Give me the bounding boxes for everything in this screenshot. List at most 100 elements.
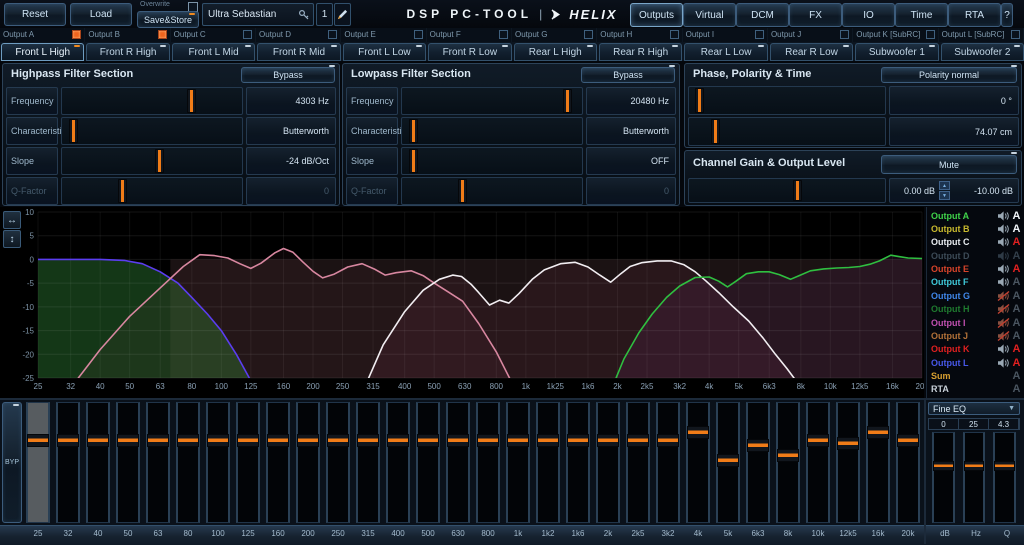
eq-band-handle[interactable] [357, 434, 379, 447]
phase-slider[interactable] [688, 117, 886, 146]
eq-band-handle[interactable] [177, 434, 199, 447]
channel-link-checkbox[interactable] [926, 30, 935, 39]
eq-band-slider[interactable] [26, 402, 50, 523]
sidebar-row-output-h[interactable]: Output H A [931, 303, 1022, 316]
lowpass-slider-handle[interactable] [563, 89, 572, 113]
mute-button[interactable]: Mute [881, 155, 1017, 174]
lowpass-slider-handle[interactable] [409, 119, 418, 143]
eq-band-slider[interactable] [266, 402, 290, 523]
gain-slider[interactable] [688, 178, 886, 203]
channel-link-checkbox[interactable] [670, 30, 679, 39]
highpass-slider[interactable] [61, 117, 243, 145]
eq-band-slider[interactable] [866, 402, 890, 523]
eq-band-handle[interactable] [747, 439, 769, 452]
highpass-slider-handle[interactable] [69, 119, 78, 143]
eq-band-handle[interactable] [27, 434, 49, 447]
speaker-icon[interactable] [997, 211, 1010, 221]
nav-button-io[interactable]: IO [842, 3, 895, 27]
sidebar-row-rta[interactable]: RTAA [931, 383, 1022, 396]
channel-link-checkbox[interactable] [243, 30, 252, 39]
eq-band-handle[interactable] [837, 437, 859, 450]
channel-mute-toggle[interactable] [996, 304, 1011, 314]
highpass-slider-handle[interactable] [155, 149, 164, 173]
lowpass-slider-handle[interactable] [458, 179, 467, 203]
channel-mute-toggle[interactable] [996, 264, 1011, 274]
sidebar-row-output-l[interactable]: Output L A [931, 356, 1022, 369]
speaker-muted-icon[interactable] [997, 291, 1010, 301]
eq-band-handle[interactable] [897, 434, 919, 447]
nav-button-dcm[interactable]: DCM [736, 3, 789, 27]
speaker-icon[interactable] [997, 237, 1010, 247]
speaker-muted-icon[interactable] [997, 331, 1010, 341]
fine-eq-slider-handle[interactable] [994, 461, 1015, 471]
eq-band-slider[interactable] [896, 402, 920, 523]
eq-band-handle[interactable] [237, 434, 259, 447]
eq-band-handle[interactable] [297, 434, 319, 447]
sidebar-row-output-b[interactable]: Output B A [931, 222, 1022, 235]
sidebar-row-output-d[interactable]: Output D A [931, 249, 1022, 262]
eq-band-slider[interactable] [656, 402, 680, 523]
eq-band-slider[interactable] [506, 402, 530, 523]
load-button[interactable]: Load [70, 3, 132, 26]
graph-zoom-horizontal-button[interactable]: ↔ [3, 211, 21, 229]
fine-eq-slider-handle[interactable] [964, 461, 985, 471]
highpass-slider-handle[interactable] [118, 179, 127, 203]
eq-band-handle[interactable] [867, 426, 889, 439]
eq-band-slider[interactable] [596, 402, 620, 523]
eq-band-handle[interactable] [57, 434, 79, 447]
tab-subwoofer-1[interactable]: Subwoofer 1 [855, 43, 938, 61]
tab-subwoofer-2[interactable]: Subwoofer 2 [941, 43, 1024, 61]
nav-button-outputs[interactable]: Outputs [630, 3, 683, 27]
channel-mute-toggle[interactable] [996, 318, 1011, 328]
channel-mute-toggle[interactable] [996, 331, 1011, 341]
tab-front-l-mid[interactable]: Front L Mid [172, 43, 255, 61]
tab-rear-l-high[interactable]: Rear L High [514, 43, 597, 61]
phase-slider-handle[interactable] [711, 119, 720, 144]
highpass-slider-handle[interactable] [187, 89, 196, 113]
sidebar-row-output-c[interactable]: Output C A [931, 236, 1022, 249]
eq-band-handle[interactable] [597, 434, 619, 447]
nav-button-fx[interactable]: FX [789, 3, 842, 27]
eq-band-handle[interactable] [447, 434, 469, 447]
eq-band-handle[interactable] [267, 434, 289, 447]
channel-link-checkbox[interactable] [840, 30, 849, 39]
eq-band-handle[interactable] [717, 454, 739, 467]
eq-band-slider[interactable] [776, 402, 800, 523]
fine-eq-slider-track[interactable] [963, 432, 986, 523]
tab-front-r-mid[interactable]: Front R Mid [257, 43, 340, 61]
fine-eq-slider-handle[interactable] [933, 461, 954, 471]
channel-mute-toggle[interactable] [996, 358, 1011, 368]
phase-slider[interactable] [688, 86, 886, 115]
save-store-button[interactable]: Save&Store [137, 11, 199, 28]
eq-band-slider[interactable] [86, 402, 110, 523]
eq-band-handle[interactable] [537, 434, 559, 447]
sidebar-row-sum[interactable]: SumA [931, 369, 1022, 382]
tab-front-r-high[interactable]: Front R High [86, 43, 169, 61]
speaker-icon[interactable] [997, 358, 1010, 368]
tab-front-r-low[interactable]: Front R Low [428, 43, 511, 61]
speaker-icon[interactable] [997, 251, 1010, 261]
eq-band-handle[interactable] [567, 434, 589, 447]
response-curves-plot[interactable]: 1050-5-10-15-20-252532405063801001251602… [0, 207, 924, 398]
sidebar-row-output-k[interactable]: Output K A [931, 343, 1022, 356]
highpass-slider[interactable] [61, 147, 243, 175]
polarity-button[interactable]: Polarity normal [881, 67, 1017, 83]
lowpass-slider[interactable] [401, 117, 583, 145]
nav-button-virtual[interactable]: Virtual [683, 3, 736, 27]
highpass-slider[interactable] [61, 87, 243, 115]
edit-preset-button[interactable] [334, 3, 351, 26]
fine-eq-slider-track[interactable] [993, 432, 1016, 523]
nav-button-time[interactable]: Time [895, 3, 948, 27]
highpass-bypass-button[interactable]: Bypass [241, 67, 335, 83]
eq-band-slider[interactable] [626, 402, 650, 523]
eq-band-handle[interactable] [117, 434, 139, 447]
channel-mute-toggle[interactable] [996, 224, 1011, 234]
preset-name-field[interactable]: Ultra Sebastian [202, 3, 314, 26]
eq-band-slider[interactable] [326, 402, 350, 523]
eq-band-handle[interactable] [477, 434, 499, 447]
lowpass-slider-handle[interactable] [409, 149, 418, 173]
channel-mute-toggle[interactable] [996, 277, 1011, 287]
channel-link-checkbox[interactable] [72, 30, 81, 39]
eq-band-slider[interactable] [806, 402, 830, 523]
eq-band-handle[interactable] [657, 434, 679, 447]
